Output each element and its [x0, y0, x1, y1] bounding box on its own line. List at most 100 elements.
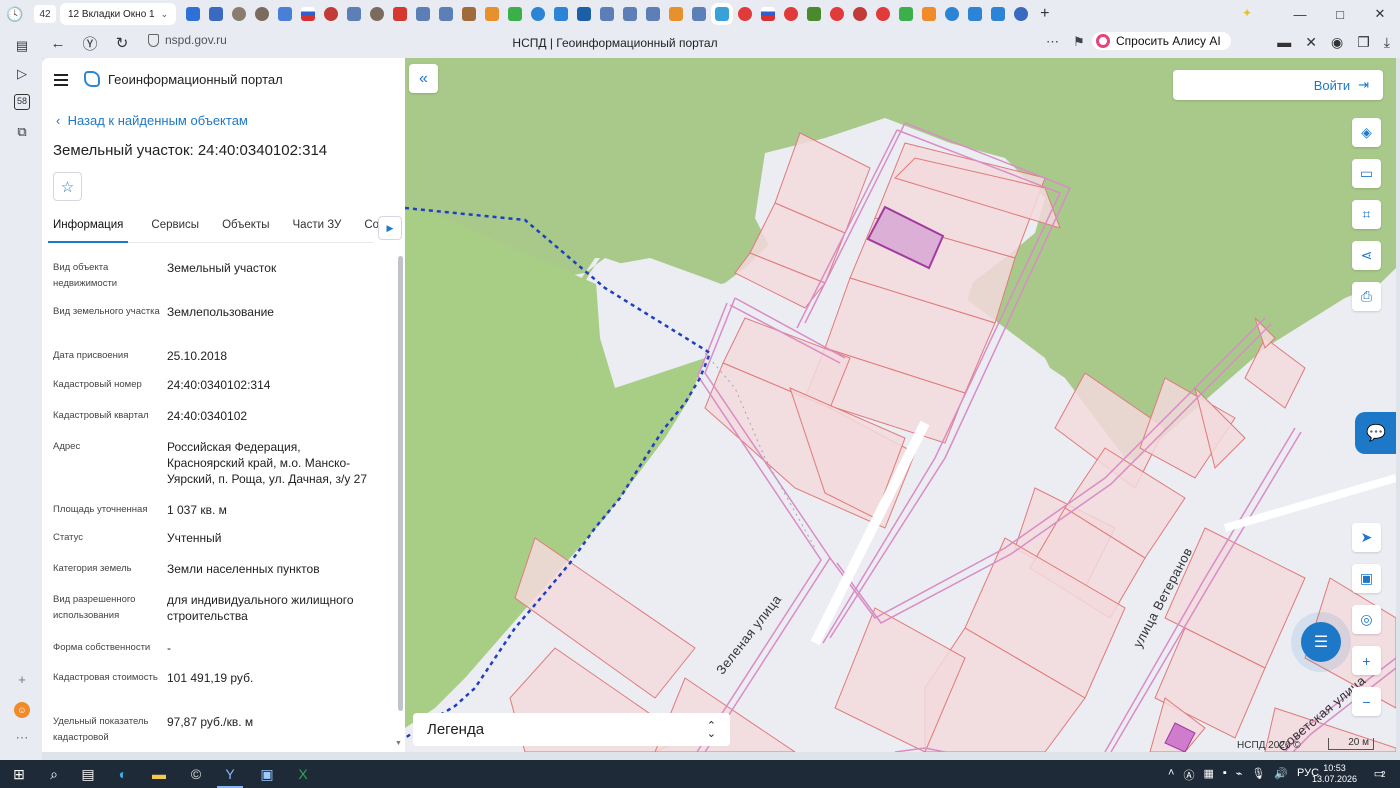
tab-favicon[interactable] — [830, 7, 845, 21]
tab-favicon[interactable] — [278, 7, 293, 21]
tab-favicon[interactable] — [324, 7, 339, 21]
support-chat-button[interactable]: ☰ — [1301, 622, 1341, 662]
tab-favicon[interactable] — [186, 7, 201, 21]
menu-icon[interactable] — [54, 74, 68, 89]
tab-favicon[interactable] — [623, 7, 638, 21]
tab-favicon[interactable] — [945, 7, 960, 21]
tab-favicon[interactable] — [232, 7, 247, 21]
add-favorite-button[interactable]: ☆ — [53, 172, 82, 201]
history-icon[interactable]: 🕓 — [0, 0, 30, 28]
new-tab-icon[interactable]: + — [1040, 5, 1049, 23]
close-icon[interactable]: ✕ — [1360, 6, 1400, 22]
cadastral-map[interactable]: Зеленая улица улица Ветеранов Советская … — [405, 58, 1396, 752]
tab-information[interactable]: Информация — [48, 213, 129, 243]
tab-favicon[interactable] — [692, 7, 707, 21]
yandex-browser-icon[interactable]: Y — [221, 765, 239, 783]
sparkle-icon[interactable]: ✦ — [1242, 6, 1252, 20]
windows-start-icon[interactable]: ⊞ — [10, 765, 28, 783]
tab-favicon[interactable] — [669, 7, 684, 21]
excel-icon[interactable]: X — [294, 765, 312, 783]
tabs-scroll-right-button[interactable]: ▶ — [378, 216, 402, 240]
chevron-up-icon[interactable]: ˄ — [1168, 767, 1174, 783]
calendar-badge-icon[interactable]: 58 — [14, 94, 30, 110]
screenshot-icon[interactable]: ⧉ — [14, 124, 30, 140]
tab-favicon[interactable] — [531, 7, 546, 21]
task-view-icon[interactable]: ▤ — [79, 765, 97, 783]
tab-favicon[interactable] — [301, 7, 316, 21]
bookmark-icon[interactable]: ⚑ — [1073, 34, 1085, 50]
tab-objects[interactable]: Объекты — [222, 213, 269, 243]
tab-favicon[interactable] — [899, 7, 914, 21]
more-dots-icon[interactable]: ⋯ — [1046, 34, 1059, 50]
tab-favicon[interactable] — [807, 7, 822, 21]
zoom-out-button[interactable]: − — [1352, 687, 1381, 716]
tab-favicon[interactable] — [393, 7, 408, 21]
print-button[interactable]: ⎙ — [1352, 282, 1381, 311]
minimap-button[interactable]: ▣ — [1352, 564, 1381, 593]
tab-favicon[interactable] — [876, 7, 891, 21]
measure-button[interactable]: ▭ — [1352, 159, 1381, 188]
tab-favicon[interactable] — [922, 7, 937, 21]
tab-favicon[interactable] — [991, 7, 1006, 21]
clock[interactable]: 10:53 13.07.2026 — [1312, 763, 1357, 785]
microphone-icon[interactable]: 🎙 — [1251, 767, 1265, 783]
play-icon[interactable]: ▷ — [14, 66, 30, 82]
tab-favicon[interactable] — [968, 7, 983, 21]
tab-favicon[interactable] — [554, 7, 569, 21]
file-explorer-icon[interactable]: ▬ — [150, 765, 168, 783]
collapse-panel-button[interactable]: « — [409, 64, 438, 93]
tab-favicon[interactable] — [462, 7, 477, 21]
remote-app-icon[interactable]: ▣ — [258, 765, 276, 783]
tab-favicon[interactable] — [1014, 7, 1029, 21]
extension-icon[interactable]: ◉ — [1331, 34, 1343, 51]
tab-favicon[interactable] — [347, 7, 362, 21]
antivirus-icon[interactable]: ▪ — [1223, 767, 1227, 783]
tab-favicon[interactable] — [761, 7, 776, 21]
tab-favicon[interactable] — [853, 7, 868, 21]
collections-icon[interactable]: ❐ — [1357, 34, 1370, 51]
tab-favicon[interactable] — [784, 7, 799, 21]
tab-favicon[interactable] — [255, 7, 270, 21]
keyboard-layout-icon[interactable]: Ⓐ — [1183, 767, 1194, 783]
tab-favicon[interactable] — [416, 7, 431, 21]
add-panel-icon[interactable]: + — [14, 672, 30, 688]
share-button[interactable]: ⋖ — [1352, 241, 1381, 270]
tab-group-selector[interactable]: 12 Вкладки Окно 1 ⌄ — [60, 3, 177, 25]
tab-favicon[interactable] — [439, 7, 454, 21]
tab-favicon[interactable] — [577, 7, 592, 21]
tab-favicon[interactable] — [508, 7, 523, 21]
layers-button[interactable]: ◈ — [1352, 118, 1381, 147]
feedback-tab[interactable]: 💬 — [1355, 412, 1396, 454]
scroll-down-icon[interactable]: ▼ — [395, 740, 402, 747]
area-select-button[interactable]: ⌗ — [1352, 200, 1381, 229]
edge-icon[interactable]: ◐ — [114, 765, 132, 783]
download-icon[interactable]: ⤓ — [1384, 34, 1390, 51]
login-button[interactable]: Войти ⇥ — [1173, 70, 1383, 100]
tab-count-badge[interactable]: 42 — [34, 5, 56, 23]
tab-parcel-parts[interactable]: Части ЗУ — [293, 213, 342, 243]
minimize-icon[interactable]: — — [1280, 7, 1320, 22]
tab-favicon-active[interactable] — [711, 3, 734, 25]
tab-services[interactable]: Сервисы — [151, 213, 199, 243]
tab-favicon[interactable] — [738, 7, 753, 21]
tab-favicon[interactable] — [209, 7, 224, 21]
app-icon[interactable]: ☺ — [14, 702, 30, 718]
tab-favicon[interactable] — [370, 7, 385, 21]
legend-toggle[interactable]: Легенда ⌃ ⌄ — [413, 713, 730, 746]
maximize-icon[interactable]: □ — [1320, 7, 1360, 22]
zoom-in-button[interactable]: + — [1352, 646, 1381, 675]
locate-area-button[interactable]: ◎ — [1352, 605, 1381, 634]
panel-scrollbar[interactable] — [398, 256, 403, 711]
tab-favicon[interactable] — [600, 7, 615, 21]
notes-icon[interactable]: ▤ — [14, 38, 30, 54]
tab-favicon[interactable] — [646, 7, 661, 21]
ask-alice-button[interactable]: Спросить Алису AI — [1092, 32, 1231, 50]
more-icon[interactable]: ⋯ — [14, 730, 30, 746]
tab-favicon[interactable] — [485, 7, 500, 21]
app-c-icon[interactable]: © — [187, 765, 205, 783]
volume-icon[interactable]: 🔊 — [1274, 767, 1288, 783]
tools-icon[interactable]: ✕ — [1305, 34, 1317, 51]
tray-app-icon[interactable]: ▦ — [1203, 767, 1213, 783]
map-canvas[interactable] — [405, 58, 1396, 752]
hat-icon[interactable]: ▬ — [1277, 34, 1291, 51]
